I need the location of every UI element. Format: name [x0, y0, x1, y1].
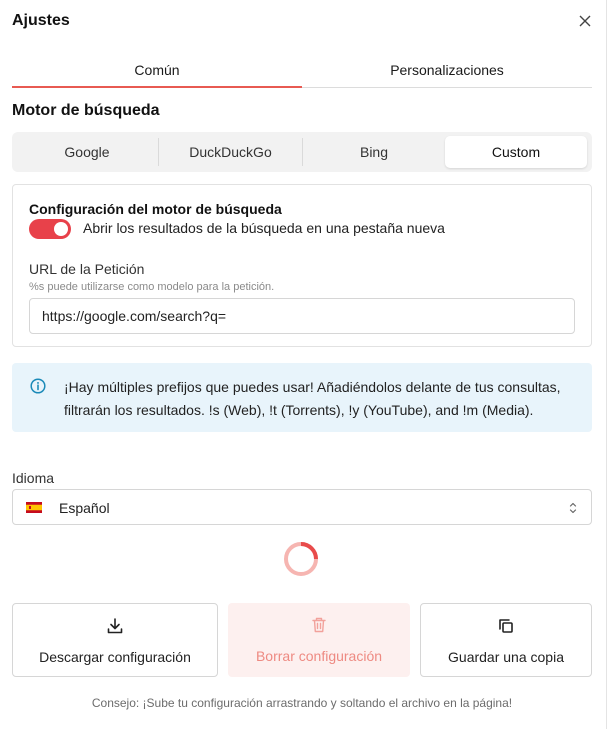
language-value: Español — [59, 500, 110, 516]
upload-tip: Consejo: ¡Sube tu configuración arrastra… — [91, 696, 513, 710]
delete-config-button[interactable]: Borrar configuración — [228, 603, 410, 677]
download-icon — [107, 618, 123, 634]
save-copy-button[interactable]: Guardar una copia — [420, 603, 592, 677]
trash-icon — [312, 617, 326, 633]
loading-spinner-icon — [284, 542, 318, 576]
close-icon — [579, 15, 591, 27]
engine-option-google[interactable]: Google — [16, 136, 158, 168]
new-tab-toggle-label: Abrir los resultados de la búsqueda en u… — [83, 220, 445, 236]
config-title: Configuración del motor de búsqueda — [29, 201, 282, 217]
info-icon — [30, 378, 46, 394]
save-copy-label: Guardar una copia — [448, 649, 564, 665]
request-url-label: URL de la Petición — [29, 261, 145, 277]
settings-dialog: Ajustes Común Personalizaciones Motor de… — [0, 0, 607, 729]
request-url-hint: %s puede utilizarse como modelo para la … — [29, 281, 275, 293]
dialog-title: Ajustes — [12, 12, 70, 29]
tab-personalizaciones[interactable]: Personalizaciones — [302, 56, 592, 88]
language-select[interactable]: Español — [12, 489, 592, 525]
prefix-info-banner: ¡Hay múltiples prefijos que puedes usar!… — [12, 363, 592, 432]
delete-config-label: Borrar configuración — [255, 648, 383, 664]
tab-comun[interactable]: Común — [12, 56, 302, 88]
engine-option-custom[interactable]: Custom — [445, 136, 587, 168]
search-engine-selector: Google DuckDuckGo Bing Custom — [12, 132, 592, 172]
download-config-label: Descargar configuración — [39, 649, 191, 665]
engine-option-duckduckgo[interactable]: DuckDuckGo — [159, 136, 302, 168]
engine-option-bing[interactable]: Bing — [303, 136, 445, 168]
prefix-info-text: ¡Hay múltiples prefijos que puedes usar!… — [64, 379, 561, 418]
settings-tabs: Común Personalizaciones — [12, 56, 592, 88]
toggle-knob — [54, 222, 68, 236]
request-url-input[interactable] — [29, 298, 575, 334]
spain-flag-icon — [26, 502, 42, 513]
copy-icon — [499, 619, 513, 633]
search-engine-title: Motor de búsqueda — [12, 102, 160, 119]
download-config-button[interactable]: Descargar configuración — [12, 603, 218, 677]
chevron-up-down-icon — [569, 502, 577, 514]
new-tab-toggle[interactable] — [29, 219, 71, 239]
close-button[interactable] — [574, 10, 596, 32]
language-label: Idioma — [12, 470, 55, 486]
